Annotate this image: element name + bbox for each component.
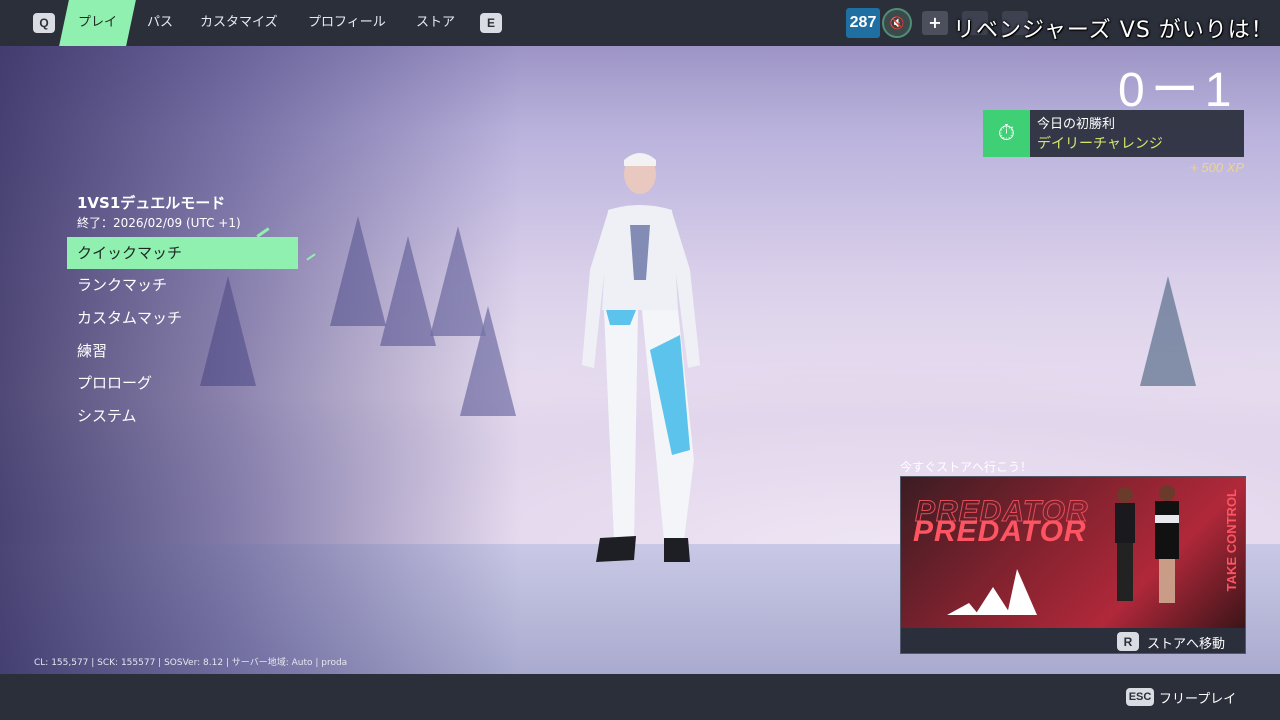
key-hint-esc[interactable]: ESC — [1126, 688, 1154, 706]
menu-item-custom-match[interactable]: カスタムマッチ — [67, 302, 298, 334]
daily-challenge-title: 今日の初勝利 — [1037, 117, 1116, 132]
tab-play[interactable]: プレイ — [59, 0, 136, 46]
daily-challenge-card[interactable]: ⏱ 今日の初勝利 デイリーチャレンジ — [983, 110, 1244, 157]
add-currency-button[interactable]: + — [922, 11, 948, 35]
xp-reward: + 500 XP — [1190, 160, 1244, 175]
tab-customize[interactable]: カスタマイズ — [200, 0, 278, 46]
mode-title: 1VS1デュエルモード — [77, 194, 226, 212]
menu-item-practice[interactable]: 練習 — [67, 335, 298, 367]
store-promo-card[interactable]: PREDATOR PREDATOR TAKE CONTROL R ストアへ移動 — [900, 476, 1246, 654]
player-character — [582, 153, 700, 562]
tab-pass[interactable]: パス — [147, 0, 173, 46]
menu-item-system[interactable]: システム — [67, 400, 298, 432]
currency-counter[interactable]: 287 — [846, 8, 880, 38]
three-stripes-logo-icon — [947, 569, 1037, 615]
speaker-mute-icon[interactable]: 🔇 — [882, 8, 912, 38]
promo-players-image — [1115, 485, 1179, 603]
key-hint-q[interactable]: Q — [33, 13, 55, 33]
promo-banner-image: PREDATOR PREDATOR TAKE CONTROL — [901, 477, 1245, 628]
key-hint-e[interactable]: E — [480, 13, 502, 33]
go-to-store-link[interactable]: ストアへ移動 — [1147, 633, 1225, 652]
build-info: CL: 155,577 | SCK: 155577 | SOSVer: 8.12… — [34, 658, 348, 668]
promo-side-text: TAKE CONTROL — [1224, 489, 1239, 592]
stopwatch-icon: ⏱ — [983, 110, 1030, 157]
bottom-bar — [0, 674, 1280, 720]
promo-brand-name: PREDATOR — [913, 515, 1087, 548]
promo-footer: R ストアへ移動 — [901, 628, 1245, 653]
store-promo-caption: 今すぐストアへ行こう！ — [900, 460, 1033, 474]
tab-play-label: プレイ — [78, 15, 118, 30]
menu-item-quick-match[interactable]: クイックマッチ — [67, 237, 298, 269]
menu-item-prologue[interactable]: プロローグ — [67, 367, 298, 399]
mode-end-date: 終了：2026/02/09 (UTC +1) — [77, 216, 241, 230]
free-play-label[interactable]: フリープレイ — [1159, 688, 1236, 707]
stream-overlay-title: リベンジャーズ VS がいりは！ — [953, 18, 1274, 43]
tab-profile[interactable]: プロフィール — [308, 0, 386, 46]
daily-challenge-subtitle: デイリーチャレンジ — [1037, 136, 1163, 152]
tab-store[interactable]: ストア — [416, 0, 455, 46]
key-hint-r[interactable]: R — [1117, 632, 1139, 651]
pine-tree — [1140, 276, 1196, 386]
menu-item-ranked-match[interactable]: ランクマッチ — [67, 269, 298, 301]
